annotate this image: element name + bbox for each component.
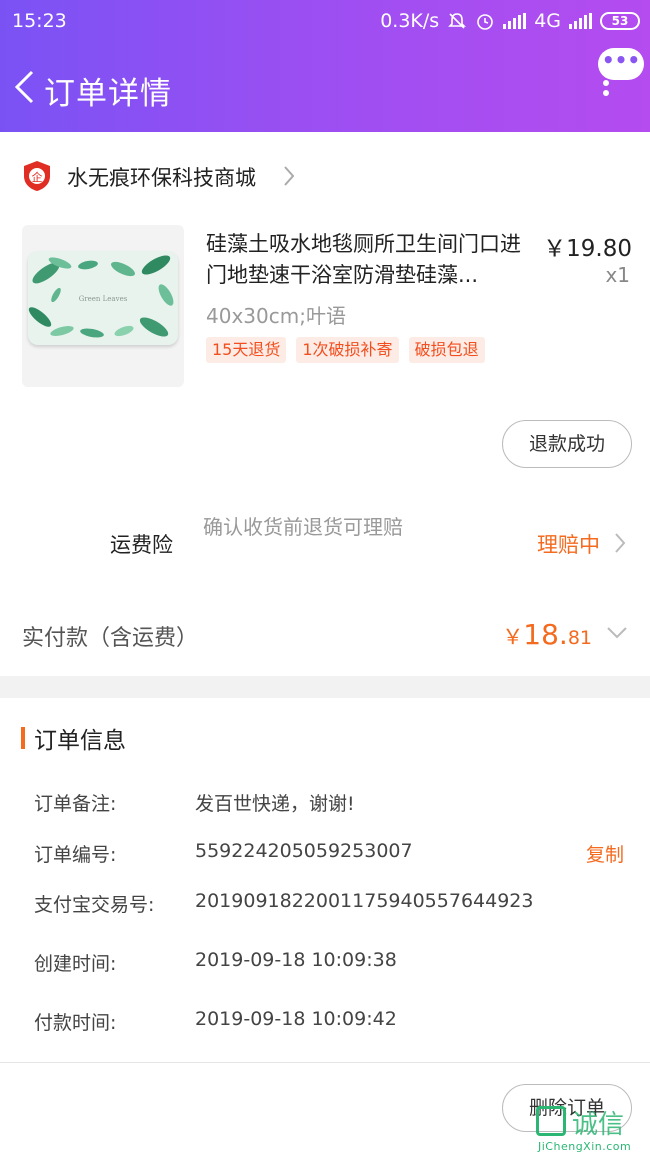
alipay-number-value: 2019091822001175940557644923	[195, 890, 534, 912]
mute-bell-icon	[448, 13, 467, 29]
amount-integer: 18.	[523, 618, 568, 651]
watermark-subtext: JiChengXin.com	[538, 1140, 632, 1153]
alarm-clock-icon	[477, 14, 493, 30]
watermark-logo: 诚信 JiChengXin.com	[532, 1098, 650, 1155]
order-number-label: 订单编号:	[34, 844, 117, 866]
more-options-icon[interactable]	[600, 80, 612, 106]
svg-text:企: 企	[32, 170, 43, 184]
watermark-text: 诚信	[572, 1110, 625, 1140]
leaves-pattern: Green Leaves	[28, 255, 174, 338]
paid-amount-label: 实付款（含运费）	[22, 626, 199, 651]
currency-symbol: ￥	[502, 625, 524, 649]
signal-icon	[503, 13, 527, 29]
order-number-value: 559224205059253007	[195, 840, 413, 862]
section-separator	[0, 676, 650, 698]
chevron-down-icon[interactable]	[606, 626, 628, 640]
order-note-label: 订单备注:	[34, 793, 117, 815]
product-title[interactable]: 硅藻土吸水地毯厕所卫生间门口进门地垫速干浴室防滑垫硅藻...	[206, 229, 536, 291]
alipay-number-label: 支付宝交易号:	[34, 894, 155, 916]
paid-time-label: 付款时间:	[34, 1012, 117, 1034]
product-quantity: x1	[605, 263, 630, 287]
order-note-row: 订单备注: 发百世快递，谢谢!	[0, 789, 650, 821]
network-type: 4G	[534, 10, 561, 32]
paid-amount: ￥18.81	[502, 618, 592, 651]
back-arrow-icon[interactable]	[14, 70, 34, 104]
insurance-description: 确认收货前退货可理赔	[203, 515, 403, 539]
created-time-value: 2019-09-18 10:09:38	[195, 949, 397, 971]
insurance-status-link[interactable]: 理赔中	[537, 529, 600, 559]
amount-decimal: 81	[567, 627, 592, 649]
network-speed: 0.3K/s	[380, 10, 440, 32]
shop-row[interactable]: 企 水无痕环保科技商城	[0, 150, 650, 202]
shop-name[interactable]: 水无痕环保科技商城	[67, 162, 256, 192]
footer-divider	[0, 1062, 650, 1063]
message-bubble-icon[interactable]: •••	[598, 48, 644, 80]
product-image[interactable]: Green Leaves	[22, 225, 184, 387]
watermark-box-icon	[536, 1106, 566, 1136]
created-time-row: 创建时间: 2019-09-18 10:09:38	[0, 949, 650, 981]
order-note-value: 发百世快递，谢谢!	[195, 793, 355, 815]
insurance-label: 运费险	[110, 533, 173, 557]
service-tag: 15天退货	[206, 337, 287, 363]
service-tag: 1次破损补寄	[296, 337, 399, 363]
chevron-right-icon[interactable]	[614, 532, 626, 554]
paid-time-row: 付款时间: 2019-09-18 10:09:42	[0, 1008, 650, 1040]
paid-time-value: 2019-09-18 10:09:42	[195, 1008, 397, 1030]
product-spec: 40x30cm;叶语	[206, 304, 346, 328]
service-tags: 15天退货 1次破损补寄 破损包退	[206, 337, 485, 363]
status-time: 15:23	[12, 10, 67, 32]
service-tag: 破损包退	[408, 337, 485, 363]
page-title: 订单详情	[44, 76, 172, 112]
refund-status-button[interactable]: 退款成功	[502, 420, 632, 468]
app-header: 15:23 0.3K/s 4G 53 订单详情 •••	[0, 0, 650, 132]
section-accent-bar	[21, 727, 25, 749]
order-number-row: 订单编号: 559224205059253007 复制	[0, 840, 650, 872]
order-info-heading: 订单信息	[34, 728, 126, 754]
status-bar: 15:23 0.3K/s 4G 53	[0, 0, 650, 46]
created-time-label: 创建时间:	[34, 953, 117, 975]
alipay-number-row: 支付宝交易号: 2019091822001175940557644923	[0, 890, 650, 922]
product-mat-graphic: Green Leaves	[28, 251, 178, 345]
battery-icon: 53	[600, 12, 640, 30]
shop-logo-icon: 企	[24, 161, 50, 191]
product-price: ￥19.80	[543, 236, 632, 262]
svg-text:Green Leaves: Green Leaves	[79, 295, 128, 303]
copy-button[interactable]: 复制	[586, 840, 624, 867]
signal-icon-2	[569, 13, 592, 29]
status-icons: 0.3K/s 4G 53	[380, 10, 640, 32]
chevron-right-icon	[284, 166, 295, 186]
